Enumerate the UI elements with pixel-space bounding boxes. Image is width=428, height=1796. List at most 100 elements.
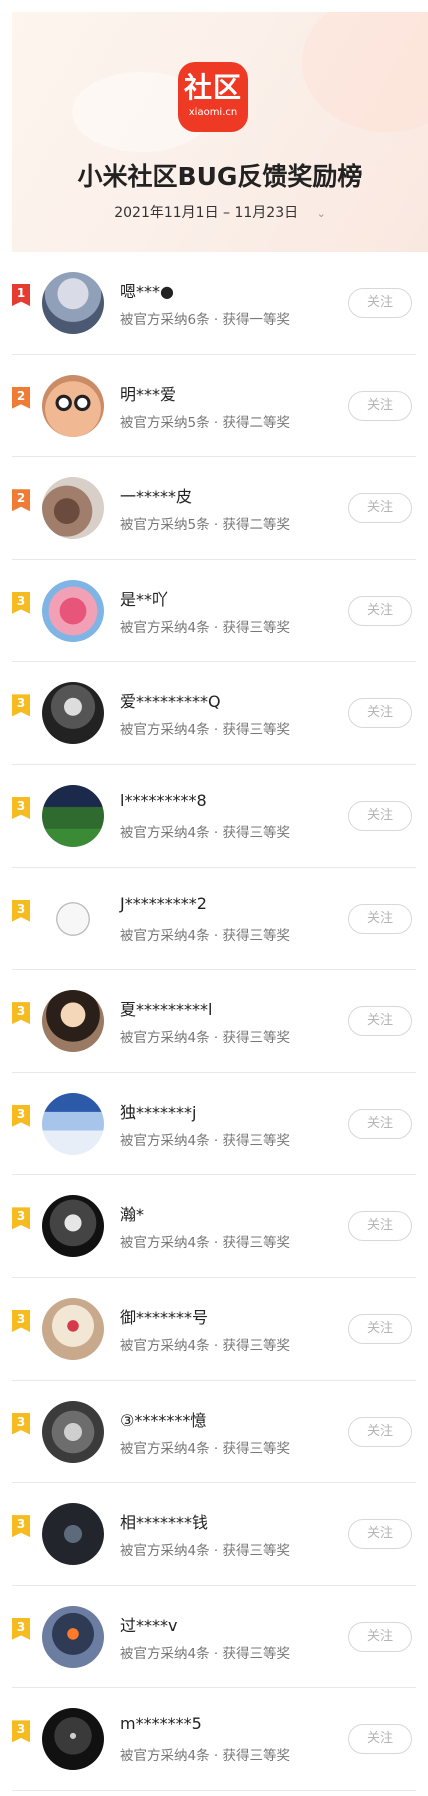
avatar[interactable] [42,887,104,950]
user-name[interactable]: 相*******钱 [120,1509,208,1533]
ranking-row[interactable]: 3 相*******钱被官方采纳4条 · 获得三等奖 关注 [12,1483,416,1586]
ranking-row[interactable]: 2 明***爱被官方采纳5条 · 获得二等奖 关注 [12,355,416,458]
avatar[interactable] [42,1400,104,1463]
follow-button[interactable]: 关注 [348,1519,412,1550]
award-description: 被官方采纳4条 · 获得三等奖 [120,1235,290,1252]
user-name[interactable]: 瀚* [120,1201,144,1225]
user-name[interactable]: 爱*********Q [120,688,221,712]
ranking-row[interactable]: 3 瀚* 被官方采纳4条 · 获得三等奖 关注 [12,1175,416,1278]
user-name[interactable]: 夏*********l [120,996,212,1020]
ranking-row[interactable]: 2 一*****皮被官方采纳5条 · 获得二等奖 关注 [12,457,416,560]
user-name[interactable]: l*********8 [120,791,207,810]
rank-badge: 1 [12,284,30,306]
rank-badge: 3 [12,1515,30,1538]
rank-badge: 3 [12,796,30,819]
page-title: 小米社区BUG反馈奖励榜 [77,162,363,191]
award-description: 被官方采纳4条 · 获得三等奖 [120,1748,290,1765]
rank-badge: 3 [12,1207,30,1230]
rank-badge: 3 [12,899,30,922]
follow-button[interactable]: 关注 [348,1313,412,1344]
user-name[interactable]: ③*******憶 [120,1407,206,1431]
award-description: 被官方采纳5条 · 获得二等奖 [120,414,290,431]
follow-button[interactable]: 关注 [348,1006,412,1037]
avatar[interactable] [42,1195,104,1258]
user-name[interactable]: 御*******号 [120,1304,208,1328]
rank-badge: 3 [12,694,30,717]
award-description: 被官方采纳4条 · 获得三等奖 [120,1030,290,1047]
rank-badge: 3 [12,1617,30,1640]
follow-button[interactable]: 关注 [348,1621,412,1652]
avatar[interactable] [42,477,104,540]
rank-badge: 2 [12,386,30,409]
avatar[interactable] [42,784,104,847]
avatar[interactable] [42,1503,104,1566]
ranking-row[interactable]: 3 l*********8 被官方采纳4条 · 获得三等奖 关注 [12,765,416,868]
award-description: 被官方采纳6条 · 获得一等奖 [120,312,290,328]
ranking-row[interactable]: 3 J*********2 被官方采纳4条 · 获得三等奖 关注 [12,868,416,971]
award-description: 被官方采纳4条 · 获得三等奖 [120,1337,290,1354]
user-name[interactable]: 明***爱 [120,381,176,405]
follow-button[interactable]: 关注 [348,288,412,318]
avatar[interactable] [42,1605,104,1668]
rank-badge: 3 [12,591,30,614]
user-name[interactable]: 独*******j [120,1099,196,1123]
user-name[interactable]: J*********2 [120,894,207,913]
award-description: 被官方采纳4条 · 获得三等奖 [120,1440,290,1457]
avatar[interactable] [42,990,104,1053]
rank-badge: 3 [12,1002,30,1025]
avatar[interactable] [42,1708,104,1771]
ranking-row[interactable]: 3 夏*********l 被官方采纳4条 · 获得三等奖 关注 [12,970,416,1073]
ranking-row[interactable]: 3 是**吖被官方采纳4条 · 获得三等奖 关注 [12,560,416,663]
rank-badge: 3 [12,1720,30,1743]
rank-badge: 2 [12,489,30,512]
ranking-row[interactable]: 1 嗯***● 被官方采纳6条 · 获得一等奖 关注 [12,252,416,355]
date-range-selector[interactable]: 2021年11月1日 – 11月23日 ⌄ [12,202,428,222]
user-name[interactable]: 是**吖 [120,586,168,610]
avatar[interactable] [42,682,104,745]
ranking-list: 1 嗯***● 被官方采纳6条 · 获得一等奖 关注 2 明***爱 被官方采纳5条 · 获… [12,252,416,1791]
follow-button[interactable]: 关注 [348,1211,412,1242]
decorative-blob [302,12,428,132]
follow-button[interactable]: 关注 [348,595,412,626]
award-description: 被官方采纳5条 · 获得二等奖 [120,517,290,534]
follow-button[interactable]: 关注 [348,1416,412,1447]
rank-badge: 3 [12,1309,30,1332]
ranking-row[interactable]: 3 ③*******憶被官方采纳4条 · 获得三等奖 关注 [12,1381,416,1484]
page-header: 社区 xiaomi.cn 小米社区BUG反馈奖励榜 2021年11月1日 – 1… [12,12,428,252]
award-description: 被官方采纳4条 · 获得三等奖 [120,619,290,636]
logo-text: 社区 [183,71,242,104]
follow-button[interactable]: 关注 [348,1108,412,1139]
avatar[interactable] [42,374,104,437]
award-description: 被官方采纳4条 · 获得三等奖 [120,824,290,841]
follow-button[interactable]: 关注 [348,390,412,421]
xiaomi-community-logo: 社区 xiaomi.cn [178,62,248,132]
award-description: 被官方采纳4条 · 获得三等奖 [120,1645,290,1662]
user-name[interactable]: m*******5 [120,1714,202,1733]
user-name[interactable]: 一*****皮 [120,483,192,507]
follow-button[interactable]: 关注 [348,1724,412,1755]
ranking-row[interactable]: 3 m*******5 被官方采纳4条 · 获得三等奖 关注 [12,1688,416,1791]
award-description: 被官方采纳4条 · 获得三等奖 [120,1543,290,1560]
user-name[interactable]: 过****v [120,1612,177,1636]
award-description: 被官方采纳4条 · 获得三等奖 [120,1132,290,1149]
rank-badge: 3 [12,1412,30,1435]
avatar[interactable] [42,1297,104,1360]
ranking-row[interactable]: 3 御*******号被官方采纳4条 · 获得三等奖 关注 [12,1278,416,1381]
follow-button[interactable]: 关注 [348,698,412,729]
follow-button[interactable]: 关注 [348,903,412,934]
avatar[interactable] [42,272,104,334]
ranking-row[interactable]: 3 独*******j 被官方采纳4条 · 获得三等奖 关注 [12,1073,416,1176]
rank-badge: 3 [12,1104,30,1127]
follow-button[interactable]: 关注 [348,800,412,831]
ranking-row[interactable]: 3 过****v 被官方采纳4条 · 获得三等奖 关注 [12,1586,416,1689]
avatar[interactable] [42,1092,104,1155]
ranking-row[interactable]: 3 爱*********Q 被官方采纳4条 · 获得三等奖 关注 [12,662,416,765]
award-description: 被官方采纳4条 · 获得三等奖 [120,722,290,739]
follow-button[interactable]: 关注 [348,493,412,524]
user-name[interactable]: 嗯***● [120,278,174,302]
date-range-text: 2021年11月1日 – 11月23日 [114,205,299,221]
chevron-down-icon[interactable]: ⌄ [317,207,326,220]
award-description: 被官方采纳4条 · 获得三等奖 [120,927,290,944]
avatar[interactable] [42,579,104,642]
logo-subtext: xiaomi.cn [188,107,238,118]
